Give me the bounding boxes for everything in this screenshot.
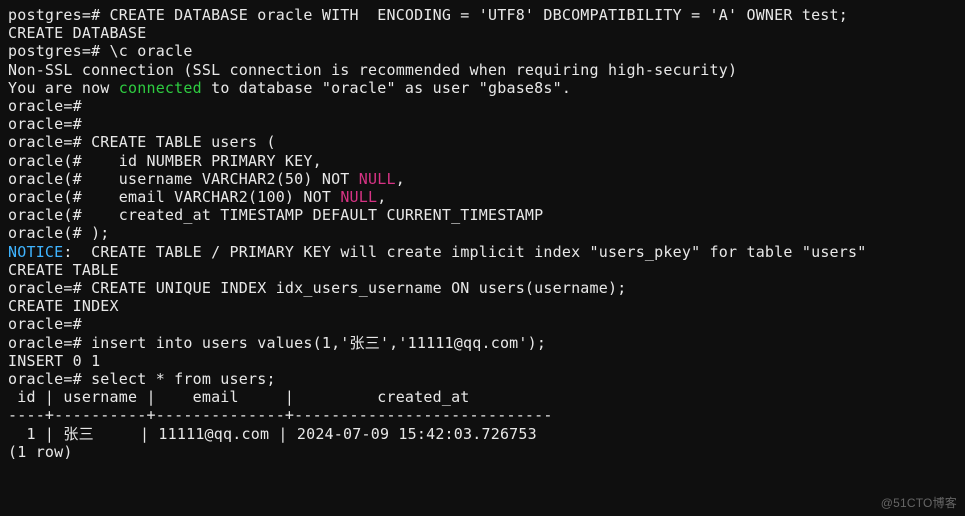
terminal-text: oracle=# insert into users values(1,'张三'… (8, 334, 546, 352)
terminal-line: id | username | email | created_at (8, 388, 957, 406)
terminal-text: oracle=# (8, 115, 82, 133)
terminal-text: postgres=# \c oracle (8, 42, 193, 60)
terminal-text: NULL (340, 188, 377, 206)
terminal-window[interactable]: postgres=# CREATE DATABASE oracle WITH E… (0, 0, 965, 516)
terminal-text: to database "oracle" as user "gbase8s". (202, 79, 571, 97)
terminal-text: oracle=# (8, 97, 82, 115)
terminal-line: NOTICE: CREATE TABLE / PRIMARY KEY will … (8, 243, 957, 261)
terminal-text: CREATE DATABASE (8, 24, 146, 42)
terminal-text: oracle(# id NUMBER PRIMARY KEY, (8, 152, 322, 170)
terminal-line: oracle=# (8, 115, 957, 133)
terminal-text: oracle=# (8, 315, 82, 333)
terminal-text: Non-SSL connection (SSL connection is re… (8, 61, 737, 79)
terminal-text: ----+----------+--------------+---------… (8, 406, 553, 424)
terminal-text: (1 row) (8, 443, 73, 461)
terminal-text: oracle(# created_at TIMESTAMP DEFAULT CU… (8, 206, 543, 224)
terminal-line: oracle(# created_at TIMESTAMP DEFAULT CU… (8, 206, 957, 224)
terminal-line: oracle=# insert into users values(1,'张三'… (8, 334, 957, 352)
terminal-text: oracle=# select * from users; (8, 370, 276, 388)
terminal-line: oracle=# CREATE UNIQUE INDEX idx_users_u… (8, 279, 957, 297)
terminal-line: oracle=# (8, 315, 957, 333)
terminal-text: NOTICE (8, 243, 63, 261)
terminal-line: ----+----------+--------------+---------… (8, 406, 957, 424)
terminal-line: 1 | 张三 | 11111@qq.com | 2024-07-09 15:42… (8, 425, 957, 443)
terminal-line: You are now connected to database "oracl… (8, 79, 957, 97)
terminal-text: , (377, 188, 386, 206)
watermark: @51CTO博客 (881, 494, 957, 512)
terminal-text: oracle=# CREATE UNIQUE INDEX idx_users_u… (8, 279, 626, 297)
terminal-text: oracle=# CREATE TABLE users ( (8, 133, 276, 151)
terminal-text: id | username | email | created_at (8, 388, 470, 406)
terminal-line: Non-SSL connection (SSL connection is re… (8, 61, 957, 79)
terminal-line: oracle(# id NUMBER PRIMARY KEY, (8, 152, 957, 170)
terminal-line: oracle=# (8, 97, 957, 115)
terminal-line: CREATE TABLE (8, 261, 957, 279)
terminal-text: : CREATE TABLE / PRIMARY KEY will create… (63, 243, 866, 261)
terminal-line: INSERT 0 1 (8, 352, 957, 370)
terminal-line: oracle(# username VARCHAR2(50) NOT NULL, (8, 170, 957, 188)
terminal-text: postgres=# CREATE DATABASE oracle WITH E… (8, 6, 848, 24)
terminal-line: (1 row) (8, 443, 957, 461)
terminal-line: postgres=# \c oracle (8, 42, 957, 60)
terminal-line: postgres=# CREATE DATABASE oracle WITH E… (8, 6, 957, 24)
terminal-line: oracle(# email VARCHAR2(100) NOT NULL, (8, 188, 957, 206)
terminal-line: oracle=# select * from users; (8, 370, 957, 388)
terminal-text: connected (119, 79, 202, 97)
terminal-text: NULL (359, 170, 396, 188)
terminal-text: oracle(# email VARCHAR2(100) NOT (8, 188, 340, 206)
terminal-line: oracle=# CREATE TABLE users ( (8, 133, 957, 151)
terminal-text: oracle(# ); (8, 224, 110, 242)
terminal-line: CREATE DATABASE (8, 24, 957, 42)
terminal-text: You are now (8, 79, 119, 97)
terminal-line: CREATE INDEX (8, 297, 957, 315)
terminal-text: CREATE TABLE (8, 261, 119, 279)
terminal-text: 1 | 张三 | 11111@qq.com | 2024-07-09 15:42… (8, 425, 537, 443)
terminal-text: INSERT 0 1 (8, 352, 100, 370)
terminal-text: , (396, 170, 405, 188)
terminal-text: CREATE INDEX (8, 297, 119, 315)
terminal-line: oracle(# ); (8, 224, 957, 242)
terminal-text: oracle(# username VARCHAR2(50) NOT (8, 170, 359, 188)
